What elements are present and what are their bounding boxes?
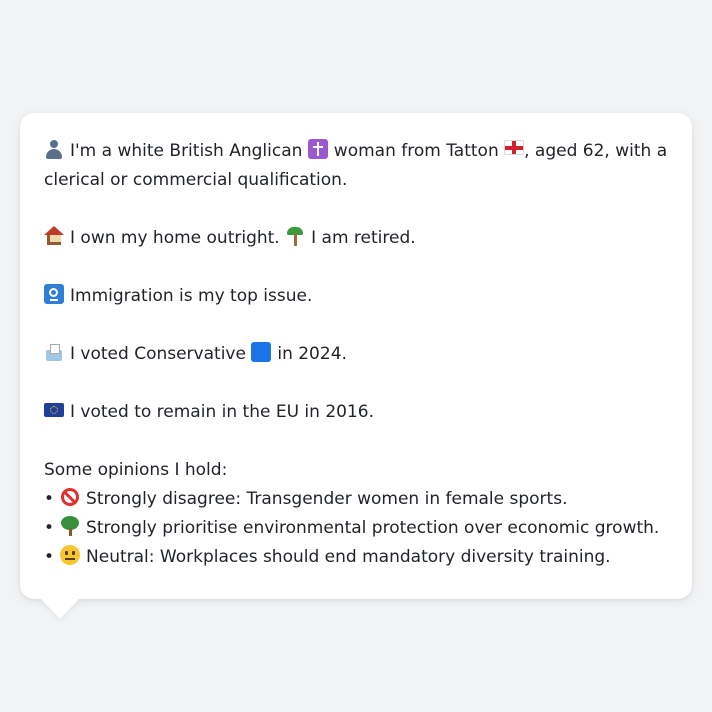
opinion-text: Strongly prioritise environmental protec… [86,518,660,538]
intro-text-before: I'm a white British Anglican [70,141,303,161]
opinion-item: • Neutral: Workplaces should end mandator… [44,543,672,572]
england-flag-icon [504,140,525,155]
opinion-text: Strongly disagree: Transgender women in … [86,489,568,509]
work-text: I am retired. [311,228,416,248]
vote-2024-line: I voted Conservative in 2024. [44,340,672,369]
blue-square-icon [251,342,272,362]
bullet-marker: • [44,489,55,509]
palm-tree-icon [285,226,305,246]
passport-control-icon [44,284,64,304]
bullet-marker: • [44,518,55,538]
vote-text-after: in 2024. [277,344,347,364]
top-issue-text: Immigration is my top issue. [70,286,313,306]
brexit-line: I voted to remain in the EU in 2016. [44,398,672,427]
eu-flag-icon [44,403,64,417]
vote-text-before: I voted Conservative [70,344,246,364]
latin-cross-icon [307,139,328,159]
persona-message-bubble: I'm a white British Anglican woman from … [20,113,692,599]
opinion-text: Neutral: Workplaces should end mandatory… [86,547,611,567]
opinions-heading: Some opinions I hold: [44,460,228,480]
neutral-face-icon [60,545,81,565]
opinion-item: • Strongly prioritise environmental prote… [44,514,672,543]
ballot-box-icon [44,342,64,362]
housing-text: I own my home outright. [70,228,280,248]
top-issue-line: Immigration is my top issue. [44,282,672,311]
no-entry-icon [60,487,80,507]
opinion-item: • Strongly disagree: Transgender women in… [44,485,672,514]
bubble-tail [40,598,80,619]
intro-text-middle: woman from Tatton [333,141,499,161]
brexit-text: I voted to remain in the EU in 2016. [70,402,374,422]
house-icon [44,226,64,246]
bullet-marker: • [44,547,55,567]
intro-line: I'm a white British Anglican woman from … [44,137,672,195]
deciduous-tree-icon [60,516,80,536]
person-silhouette-icon [44,139,64,159]
housing-line: I own my home outright. I am retired. [44,224,672,253]
